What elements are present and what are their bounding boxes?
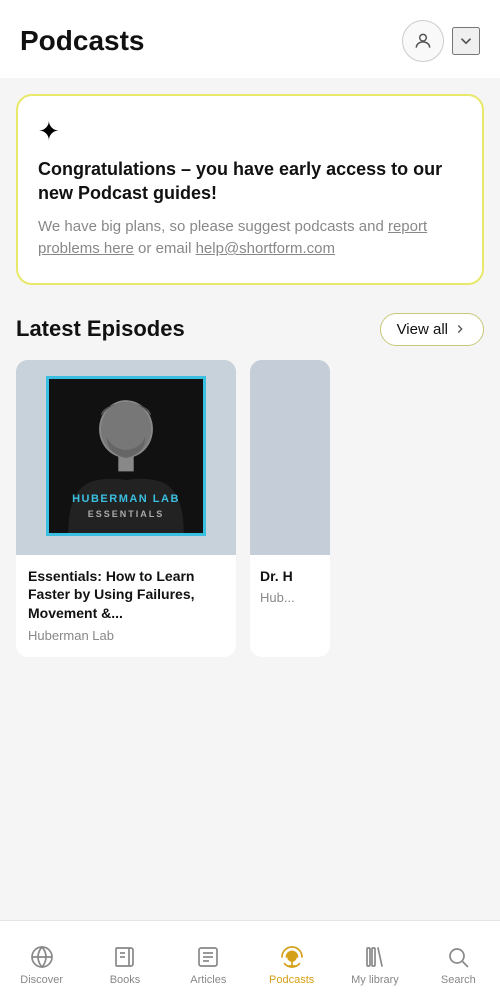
nav-item-podcasts[interactable]: Podcasts bbox=[250, 936, 333, 986]
nav-item-library[interactable]: My library bbox=[333, 936, 416, 986]
nav-label-podcasts: Podcasts bbox=[269, 974, 314, 986]
nav-label-discover: Discover bbox=[20, 974, 63, 986]
episodes-scroll-container[interactable]: HUBERMAN LAB ESSENTIALS Essentials: How … bbox=[16, 360, 484, 662]
nav-label-library: My library bbox=[351, 974, 399, 986]
chevron-right-icon bbox=[453, 322, 467, 336]
podcast-cover: HUBERMAN LAB ESSENTIALS bbox=[46, 376, 206, 536]
nav-item-discover[interactable]: Discover bbox=[0, 936, 83, 986]
episode-podcast-label: Huberman Lab bbox=[28, 628, 224, 643]
main-content: ✦ Congratulations – you have early acces… bbox=[0, 78, 500, 761]
latest-episodes-title: Latest Episodes bbox=[16, 316, 185, 342]
articles-icon bbox=[195, 944, 221, 970]
episode-thumbnail: HUBERMAN LAB ESSENTIALS bbox=[16, 360, 236, 555]
partial-thumbnail bbox=[250, 360, 330, 555]
bottom-nav: Discover Books Articles bbox=[0, 920, 500, 1000]
avatar-button[interactable] bbox=[402, 20, 444, 62]
episode-info: Essentials: How to Learn Faster by Using… bbox=[16, 555, 236, 658]
episode-card-partial[interactable]: Dr. H Hub... bbox=[250, 360, 330, 658]
header: Podcasts bbox=[0, 0, 500, 78]
partial-podcast-label: Hub... bbox=[260, 590, 320, 605]
congrats-body: We have big plans, so please suggest pod… bbox=[38, 216, 462, 261]
globe-icon bbox=[29, 944, 55, 970]
nav-label-articles: Articles bbox=[190, 974, 226, 986]
header-actions bbox=[402, 20, 480, 62]
congrats-body-text-1: We have big plans, so please suggest pod… bbox=[38, 218, 388, 235]
podcast-cover-name: HUBERMAN LAB bbox=[49, 493, 203, 506]
congrats-body-text-2: or email bbox=[134, 240, 196, 257]
congrats-card: ✦ Congratulations – you have early acces… bbox=[16, 94, 484, 285]
search-icon bbox=[445, 944, 471, 970]
view-all-button[interactable]: View all bbox=[380, 313, 484, 346]
view-all-label: View all bbox=[397, 321, 448, 338]
partial-info: Dr. H Hub... bbox=[250, 555, 330, 620]
episode-title: Essentials: How to Learn Faster by Using… bbox=[28, 567, 224, 624]
library-icon bbox=[362, 944, 388, 970]
nav-item-articles[interactable]: Articles bbox=[167, 936, 250, 986]
congrats-title: Congratulations – you have early access … bbox=[38, 157, 462, 206]
page-title: Podcasts bbox=[20, 25, 145, 57]
book-icon bbox=[112, 944, 138, 970]
nav-label-search: Search bbox=[441, 974, 476, 986]
partial-title: Dr. H bbox=[260, 567, 320, 586]
nav-item-books[interactable]: Books bbox=[83, 936, 166, 986]
email-link[interactable]: help@shortform.com bbox=[196, 240, 335, 257]
dropdown-chevron-button[interactable] bbox=[452, 27, 480, 55]
episode-card[interactable]: HUBERMAN LAB ESSENTIALS Essentials: How … bbox=[16, 360, 236, 658]
nav-label-books: Books bbox=[110, 974, 141, 986]
star-icon: ✦ bbox=[38, 116, 462, 147]
podcast-cover-sub: ESSENTIALS bbox=[49, 509, 203, 519]
latest-episodes-header: Latest Episodes View all bbox=[16, 313, 484, 346]
podcasts-icon bbox=[279, 944, 305, 970]
nav-item-search[interactable]: Search bbox=[417, 936, 500, 986]
